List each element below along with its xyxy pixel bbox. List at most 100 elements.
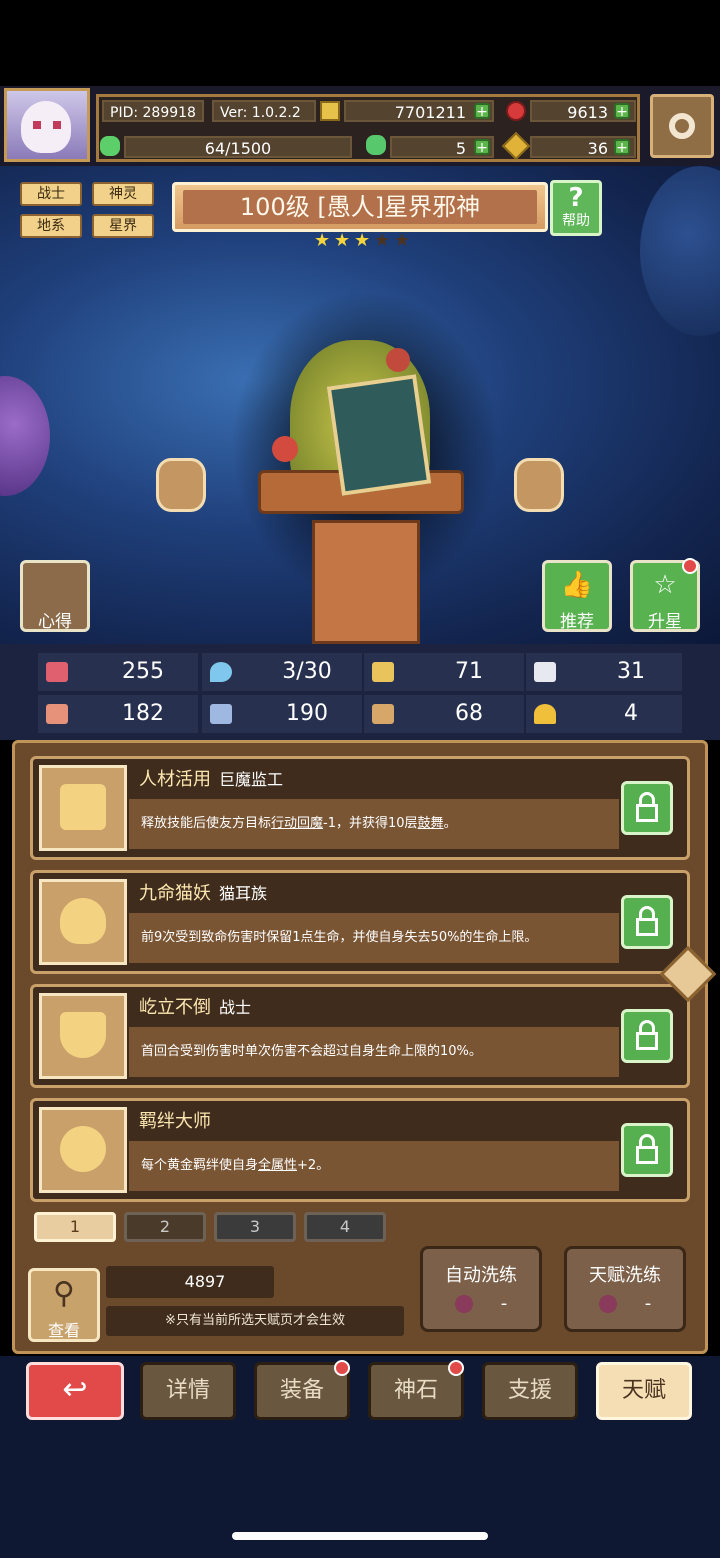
- book-icon: [210, 704, 232, 724]
- auto-refine-button[interactable]: 自动洗练 -: [420, 1246, 542, 1332]
- gear-icon: [669, 113, 695, 139]
- notification-dot: [682, 558, 698, 574]
- lock-button[interactable]: [621, 895, 673, 949]
- back-button[interactable]: ↩: [26, 1362, 124, 1420]
- add-clover-button[interactable]: +: [474, 139, 490, 155]
- talent-page-tab-3[interactable]: 3: [214, 1212, 296, 1242]
- talent-refine-label: 天赋洗练: [589, 1265, 661, 1286]
- tag-deity: 神灵: [92, 182, 154, 206]
- view-button[interactable]: ⚲ 查看: [28, 1268, 100, 1342]
- avatar-face: [21, 101, 71, 153]
- lock-button[interactable]: [621, 1123, 673, 1177]
- ruby-icon: [506, 101, 526, 121]
- notes-button[interactable]: 心得: [20, 560, 90, 632]
- stat-hp: 255: [38, 653, 198, 691]
- talent-card[interactable]: 九命猫妖 猫耳族 前9次受到致命伤害时保留1点生命，并使自身失去50%的生命上限。: [30, 870, 690, 974]
- star-filled-icon: ★: [334, 230, 351, 251]
- water-drop-icon: [210, 662, 232, 682]
- return-arrow-icon: ↩: [62, 1372, 88, 1407]
- stat-attack: 182: [38, 695, 198, 733]
- star-up-label: 升星: [648, 612, 682, 632]
- fruit-count: 4897: [106, 1266, 274, 1298]
- add-ruby-button[interactable]: +: [614, 103, 630, 119]
- nav-support[interactable]: 支援: [482, 1362, 578, 1420]
- wing-icon: [534, 662, 556, 682]
- talent-name: 人材活用: [139, 769, 211, 790]
- nav-details[interactable]: 详情: [140, 1362, 236, 1420]
- prev-hero-button[interactable]: [156, 458, 206, 512]
- talent-card[interactable]: 人材活用 巨魔监工 释放技能后使友方目标行动回魔-1，并获得10层鼓舞。: [30, 756, 690, 860]
- talent-card[interactable]: 屹立不倒 战士 首回合受到伤害时单次伤害不会超过自身生命上限的10%。: [30, 984, 690, 1088]
- add-key-button[interactable]: +: [614, 139, 630, 155]
- talent-refine-button[interactable]: 天赋洗练 -: [564, 1246, 686, 1332]
- planet-right-decor: [640, 166, 720, 336]
- question-icon: ?: [568, 183, 584, 213]
- hero-portrait-card: [326, 374, 432, 496]
- avatar-eye-left: [33, 121, 41, 129]
- cross-emblem-icon: [39, 1107, 127, 1193]
- notification-dot: [334, 1360, 350, 1376]
- talent-star-icon: [39, 765, 127, 851]
- talent-source: 巨魔监工: [219, 770, 284, 789]
- horseshoe-icon: [534, 704, 556, 724]
- stat-speed: 31: [526, 653, 682, 691]
- talent-name: 九命猫妖: [139, 883, 211, 904]
- star-empty-icon: ★: [394, 230, 411, 251]
- lock-button[interactable]: [621, 781, 673, 835]
- hero-title: 100级 [愚人]星界邪神: [183, 190, 537, 224]
- recommend-button[interactable]: 👍 推荐: [542, 560, 612, 632]
- keyword-link[interactable]: 行动回魔: [271, 816, 323, 831]
- talent-card[interactable]: 羁绊大师 每个黄金羁绊使自身全属性+2。: [30, 1098, 690, 1202]
- thumbs-up-icon: 👍: [560, 570, 594, 600]
- magnifier-icon: ⚲: [53, 1276, 75, 1311]
- notification-dot: [448, 1360, 464, 1376]
- hero-title-banner: 100级 [愚人]星界邪神: [172, 182, 548, 232]
- stat-magic: 190: [202, 695, 362, 733]
- talent-description: 每个黄金羁绊使自身全属性+2。: [129, 1141, 619, 1191]
- star-empty-icon: ★: [374, 230, 391, 251]
- talent-page-tab-2[interactable]: 2: [124, 1212, 206, 1242]
- red-orb-decor: [386, 348, 410, 372]
- tag-earth: 地系: [20, 214, 82, 238]
- heart-icon: [46, 662, 68, 682]
- talent-name: 羁绊大师: [139, 1111, 211, 1132]
- recommend-label: 推荐: [560, 612, 594, 632]
- stat-mana: 3/30: [202, 653, 362, 691]
- nav-talent[interactable]: 天赋: [596, 1362, 692, 1420]
- auto-refine-label: 自动洗练: [445, 1265, 517, 1286]
- stat-luck: 4: [526, 695, 682, 733]
- stamina-clover-icon: [100, 136, 120, 156]
- star-filled-icon: ★: [354, 230, 371, 251]
- gold-coin-icon: [320, 101, 340, 121]
- keyword-link[interactable]: 全属性: [258, 1158, 297, 1173]
- talent-name: 屹立不倒: [139, 997, 211, 1018]
- version-label: Ver: 1.0.2.2: [212, 100, 316, 122]
- gold-amount: 7701211: [344, 100, 494, 122]
- cat-face-icon: [39, 879, 127, 965]
- red-orb-decor: [272, 436, 298, 462]
- talent-description: 前9次受到致命伤害时保留1点生命，并使自身失去50%的生命上限。: [129, 913, 619, 963]
- shield-icon: [372, 662, 394, 682]
- help-button[interactable]: ? 帮助: [550, 180, 602, 236]
- add-gold-button[interactable]: +: [474, 103, 490, 119]
- talent-page-tab-4[interactable]: 4: [304, 1212, 386, 1242]
- talent-description: 首回合受到伤害时单次伤害不会超过自身生命上限的10%。: [129, 1027, 619, 1077]
- next-hero-button[interactable]: [514, 458, 564, 512]
- hero-statue-body: [312, 520, 420, 644]
- stat-defense: 71: [364, 653, 524, 691]
- avatar-eye-right: [53, 121, 61, 129]
- keyword-link[interactable]: 鼓舞: [418, 816, 444, 831]
- talent-refine-cost: -: [644, 1293, 652, 1314]
- settings-button[interactable]: [650, 94, 714, 158]
- talent-page-tab-1[interactable]: 1: [34, 1212, 116, 1242]
- auto-refine-cost: -: [500, 1293, 508, 1314]
- notes-label: 心得: [38, 612, 72, 632]
- home-indicator: [232, 1532, 488, 1540]
- exp-bar: 64/1500: [124, 136, 352, 158]
- tag-astral: 星界: [92, 214, 154, 238]
- talent-source: 战士: [219, 998, 252, 1017]
- player-avatar[interactable]: [4, 88, 90, 162]
- lock-button[interactable]: [621, 1009, 673, 1063]
- pid-label: PID: 289918: [102, 100, 204, 122]
- stat-resist: 68: [364, 695, 524, 733]
